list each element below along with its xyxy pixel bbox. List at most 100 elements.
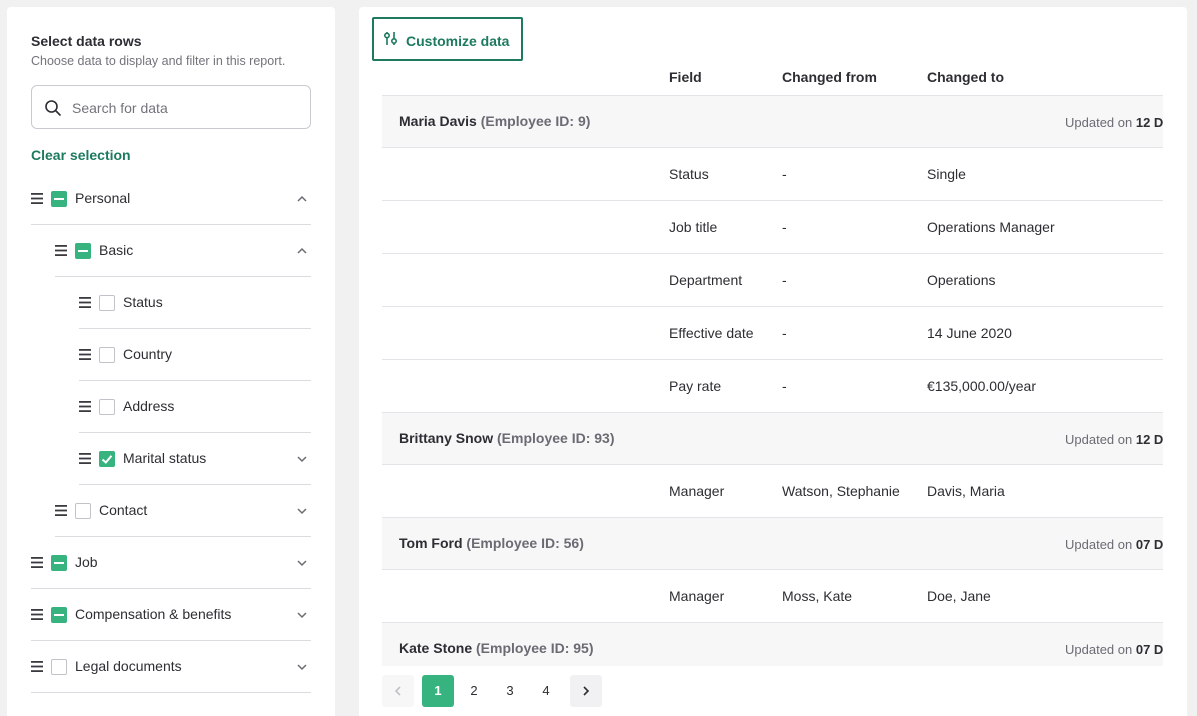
column-header-changed-from: Changed from: [782, 69, 877, 85]
tree-item-checkbox[interactable]: [99, 451, 115, 467]
changed-from-cell: -: [782, 166, 787, 182]
table-row: Job title - Operations Manager: [382, 201, 1163, 254]
updated-on: Updated on 12 D: [1065, 115, 1163, 130]
chevron-up-icon[interactable]: [295, 244, 309, 258]
chevron-down-icon[interactable]: [295, 556, 309, 570]
updated-prefix: Updated on: [1065, 115, 1133, 130]
drag-handle-icon[interactable]: [31, 557, 43, 568]
page-button[interactable]: 3: [494, 675, 526, 707]
chevron-right-icon: [583, 686, 590, 696]
tree-item-label: Address: [123, 398, 175, 414]
employee-id: (Employee ID: 93): [497, 430, 615, 446]
page-button[interactable]: 2: [458, 675, 490, 707]
changed-from-cell: Moss, Kate: [782, 588, 853, 604]
changed-to-cell: €135,000.00/year: [927, 378, 1036, 394]
search-input[interactable]: [72, 96, 302, 120]
updated-date: 07 D: [1135, 642, 1163, 657]
drag-handle-icon[interactable]: [31, 661, 43, 672]
search-box[interactable]: [31, 85, 311, 129]
tree-item[interactable]: Status: [79, 277, 311, 329]
field-cell: Manager: [669, 588, 725, 604]
table-row: Effective date - 14 June 2020: [382, 307, 1163, 360]
employee-group-header: Kate Stone (Employee ID: 95) Updated on 0…: [382, 623, 1163, 666]
tree-item-checkbox[interactable]: [99, 347, 115, 363]
drag-handle-icon[interactable]: [79, 349, 91, 360]
customize-data-button[interactable]: Customize data: [372, 17, 523, 61]
tree-item[interactable]: Job: [31, 537, 311, 589]
tree-item-label: Status: [123, 294, 163, 310]
employee-name-cell: Kate Stone (Employee ID: 95): [399, 640, 594, 656]
chevron-left-icon: [394, 686, 401, 696]
tree-item-checkbox[interactable]: [99, 399, 115, 415]
updated-prefix: Updated on: [1065, 642, 1133, 657]
drag-handle-icon[interactable]: [55, 505, 67, 516]
changed-from-cell: -: [782, 325, 787, 341]
column-header-changed-to: Changed to: [927, 69, 1004, 85]
changed-to-cell: Single: [927, 166, 966, 182]
tree-item-label: Legal documents: [75, 658, 182, 674]
updated-prefix: Updated on: [1065, 537, 1133, 552]
drag-handle-icon[interactable]: [79, 297, 91, 308]
chevron-down-icon[interactable]: [295, 660, 309, 674]
drag-handle-icon[interactable]: [31, 193, 43, 204]
employee-id: (Employee ID: 9): [480, 113, 591, 129]
tree-item[interactable]: Address: [79, 381, 311, 433]
updated-date: 12 D: [1135, 432, 1163, 447]
drag-handle-icon[interactable]: [79, 401, 91, 412]
drag-handle-icon[interactable]: [79, 453, 91, 464]
tree-item-checkbox[interactable]: [51, 555, 67, 571]
tree-item-label: Country: [123, 346, 173, 362]
tree-item[interactable]: Personal: [31, 173, 311, 225]
customize-data-label: Customize data: [406, 33, 510, 49]
field-cell: Job title: [669, 219, 718, 235]
page-button[interactable]: 1: [422, 675, 454, 707]
employee-name: Tom Ford: [399, 535, 463, 551]
updated-date: 07 D: [1135, 537, 1163, 552]
chevron-up-icon[interactable]: [295, 192, 309, 206]
tree-item-checkbox[interactable]: [75, 243, 91, 259]
employee-name: Maria Davis: [399, 113, 477, 129]
tree-item-checkbox[interactable]: [99, 295, 115, 311]
employee-name: Brittany Snow: [399, 430, 494, 446]
page-button[interactable]: 4: [530, 675, 562, 707]
employee-group-header: Tom Ford (Employee ID: 56) Updated on 07 …: [382, 518, 1163, 570]
employee-group-header: Brittany Snow (Employee ID: 93) Updated o…: [382, 413, 1163, 465]
tree-item[interactable]: Marital status: [79, 433, 311, 485]
drag-handle-icon[interactable]: [31, 609, 43, 620]
tree-item-label: Compensation & benefits: [75, 606, 232, 622]
tree-item-checkbox[interactable]: [51, 607, 67, 623]
next-page-button[interactable]: [570, 675, 602, 707]
drag-handle-icon[interactable]: [55, 245, 67, 256]
tree-item[interactable]: Country: [79, 329, 311, 381]
clear-selection-link[interactable]: Clear selection: [31, 147, 131, 163]
employee-name-cell: Maria Davis (Employee ID: 9): [399, 113, 590, 129]
chevron-down-icon[interactable]: [295, 452, 309, 466]
chevron-down-icon[interactable]: [295, 504, 309, 518]
panel-subtitle: Choose data to display and filter in thi…: [31, 54, 286, 68]
search-icon: [45, 100, 61, 116]
table-row: Manager Watson, Stephanie Davis, Maria: [382, 465, 1163, 518]
changed-to-cell: 14 June 2020: [927, 325, 1012, 341]
tree-item[interactable]: Basic: [55, 225, 311, 277]
tree-item[interactable]: Legal documents: [31, 641, 311, 693]
tree-item-checkbox[interactable]: [75, 503, 91, 519]
changes-table: Maria Davis (Employee ID: 9) Updated on 1…: [382, 95, 1163, 666]
table-row: Department - Operations: [382, 254, 1163, 307]
changed-to-cell: Davis, Maria: [927, 483, 1005, 499]
tree-item-label: Marital status: [123, 450, 207, 466]
tree-item[interactable]: Contact: [55, 485, 311, 537]
changed-to-cell: Operations: [927, 272, 996, 288]
table-row: Pay rate - €135,000.00/year: [382, 360, 1163, 413]
field-cell: Effective date: [669, 325, 754, 341]
check-icon: [101, 455, 113, 464]
updated-on: Updated on 07 D: [1065, 537, 1163, 552]
sliders-icon: [383, 32, 398, 45]
changed-from-cell: Watson, Stephanie: [782, 483, 900, 499]
tree-item-checkbox[interactable]: [51, 191, 67, 207]
tree-item[interactable]: Compensation & benefits: [31, 589, 311, 641]
chevron-down-icon[interactable]: [295, 608, 309, 622]
tree-item-checkbox[interactable]: [51, 659, 67, 675]
tree-item-label: Basic: [99, 242, 134, 258]
prev-page-button[interactable]: [382, 675, 414, 707]
employee-id: (Employee ID: 56): [466, 535, 584, 551]
